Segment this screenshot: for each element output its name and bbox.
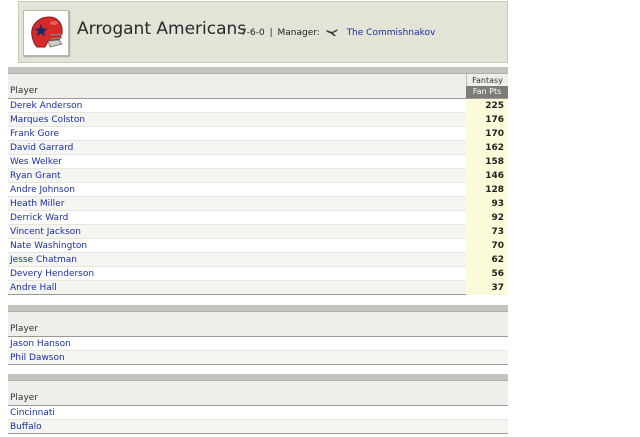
player-link[interactable]: Jason Hanson <box>10 338 71 350</box>
fan-pts-value: 225 <box>466 99 508 113</box>
table-row: Cincinnati <box>8 406 508 420</box>
airplane-icon <box>325 29 338 36</box>
table-row: Andre Johnson 128 <box>8 183 508 197</box>
team-meta: 7-6-0 | Manager: The Commishnakov <box>241 27 435 38</box>
team-name: Arrogant Americans <box>77 19 247 39</box>
table-header: Player <box>8 312 508 337</box>
kickers-table: Player Jason Hanson Phil Dawson <box>8 305 508 365</box>
team-link[interactable]: Cincinnati <box>10 407 55 419</box>
player-link[interactable]: Derek Anderson <box>10 100 82 112</box>
table-row: Jason Hanson <box>8 337 508 351</box>
fan-pts-value: 162 <box>466 141 508 155</box>
player-link[interactable]: Jesse Chatman <box>10 254 77 266</box>
starters-rows: Derek Anderson 225 Marques Colston 176 Fra… <box>8 99 508 295</box>
table-row: Heath Miller 93 <box>8 197 508 211</box>
section-divider <box>8 374 508 381</box>
fan-pts-value: 128 <box>466 183 508 197</box>
team-record: 7-6-0 <box>241 28 265 38</box>
defenses-table: Player Cincinnati Buffalo <box>8 374 508 434</box>
player-link[interactable]: Andre Johnson <box>10 184 75 196</box>
table-row: Wes Welker 158 <box>8 155 508 169</box>
player-link[interactable]: David Garrard <box>10 142 73 154</box>
player-link[interactable]: Andre Hall <box>10 282 57 294</box>
column-header-player: Player <box>10 324 39 334</box>
table-row: Devery Henderson 56 <box>8 267 508 281</box>
manager-label: Manager: <box>277 28 320 38</box>
player-link[interactable]: Ryan Grant <box>10 170 61 182</box>
table-row: Andre Hall 37 <box>8 281 508 295</box>
column-header-fan-pts[interactable]: Fan Pts <box>466 86 508 98</box>
manager-link[interactable]: The Commishnakov <box>347 28 436 38</box>
fan-pts-value: 70 <box>466 239 508 253</box>
table-row: Vincent Jackson 73 <box>8 225 508 239</box>
table-row: Derrick Ward 92 <box>8 211 508 225</box>
player-link[interactable]: Vincent Jackson <box>10 226 81 238</box>
fan-pts-value: 176 <box>466 113 508 127</box>
player-link[interactable]: Marques Colston <box>10 114 85 126</box>
column-header-player: Player <box>10 393 39 403</box>
table-header: Player Fantasy Fan Pts <box>8 74 508 99</box>
fan-pts-value: 56 <box>466 267 508 281</box>
fan-pts-value: 170 <box>466 127 508 141</box>
fan-pts-value: 62 <box>466 253 508 267</box>
fan-pts-value: 37 <box>466 281 508 295</box>
table-row: Buffalo <box>8 420 508 434</box>
table-row: Marques Colston 176 <box>8 113 508 127</box>
player-link[interactable]: Heath Miller <box>10 198 64 210</box>
team-link[interactable]: Buffalo <box>10 421 42 433</box>
player-link[interactable]: Nate Washington <box>10 240 87 252</box>
player-link[interactable]: Wes Welker <box>10 156 62 168</box>
fan-pts-value: 158 <box>466 155 508 169</box>
table-row: Jesse Chatman 62 <box>8 253 508 267</box>
football-helmet-icon <box>31 16 64 48</box>
team-logo[interactable] <box>23 10 69 56</box>
team-header: Arrogant Americans 7-6-0 | Manager: The … <box>18 1 508 63</box>
fan-pts-value: 73 <box>466 225 508 239</box>
table-row: Phil Dawson <box>8 351 508 365</box>
table-header: Player <box>8 381 508 406</box>
player-link[interactable]: Phil Dawson <box>10 352 65 364</box>
table-row: Ryan Grant 146 <box>8 169 508 183</box>
table-row: Derek Anderson 225 <box>8 99 508 113</box>
fan-pts-value: 92 <box>466 211 508 225</box>
page: Arrogant Americans 7-6-0 | Manager: The … <box>0 0 640 437</box>
fan-pts-value: 146 <box>466 169 508 183</box>
meta-separator: | <box>269 28 273 38</box>
column-header-player: Player <box>10 86 39 96</box>
starters-table: Player Fantasy Fan Pts Derek Anderson 225… <box>8 67 508 295</box>
section-divider <box>8 305 508 312</box>
table-row: Frank Gore 170 <box>8 127 508 141</box>
table-row: David Garrard 162 <box>8 141 508 155</box>
fan-pts-value: 93 <box>466 197 508 211</box>
table-row: Nate Washington 70 <box>8 239 508 253</box>
player-link[interactable]: Devery Henderson <box>10 268 94 280</box>
player-link[interactable]: Frank Gore <box>10 128 59 140</box>
section-divider <box>8 67 508 74</box>
player-link[interactable]: Derrick Ward <box>10 212 68 224</box>
